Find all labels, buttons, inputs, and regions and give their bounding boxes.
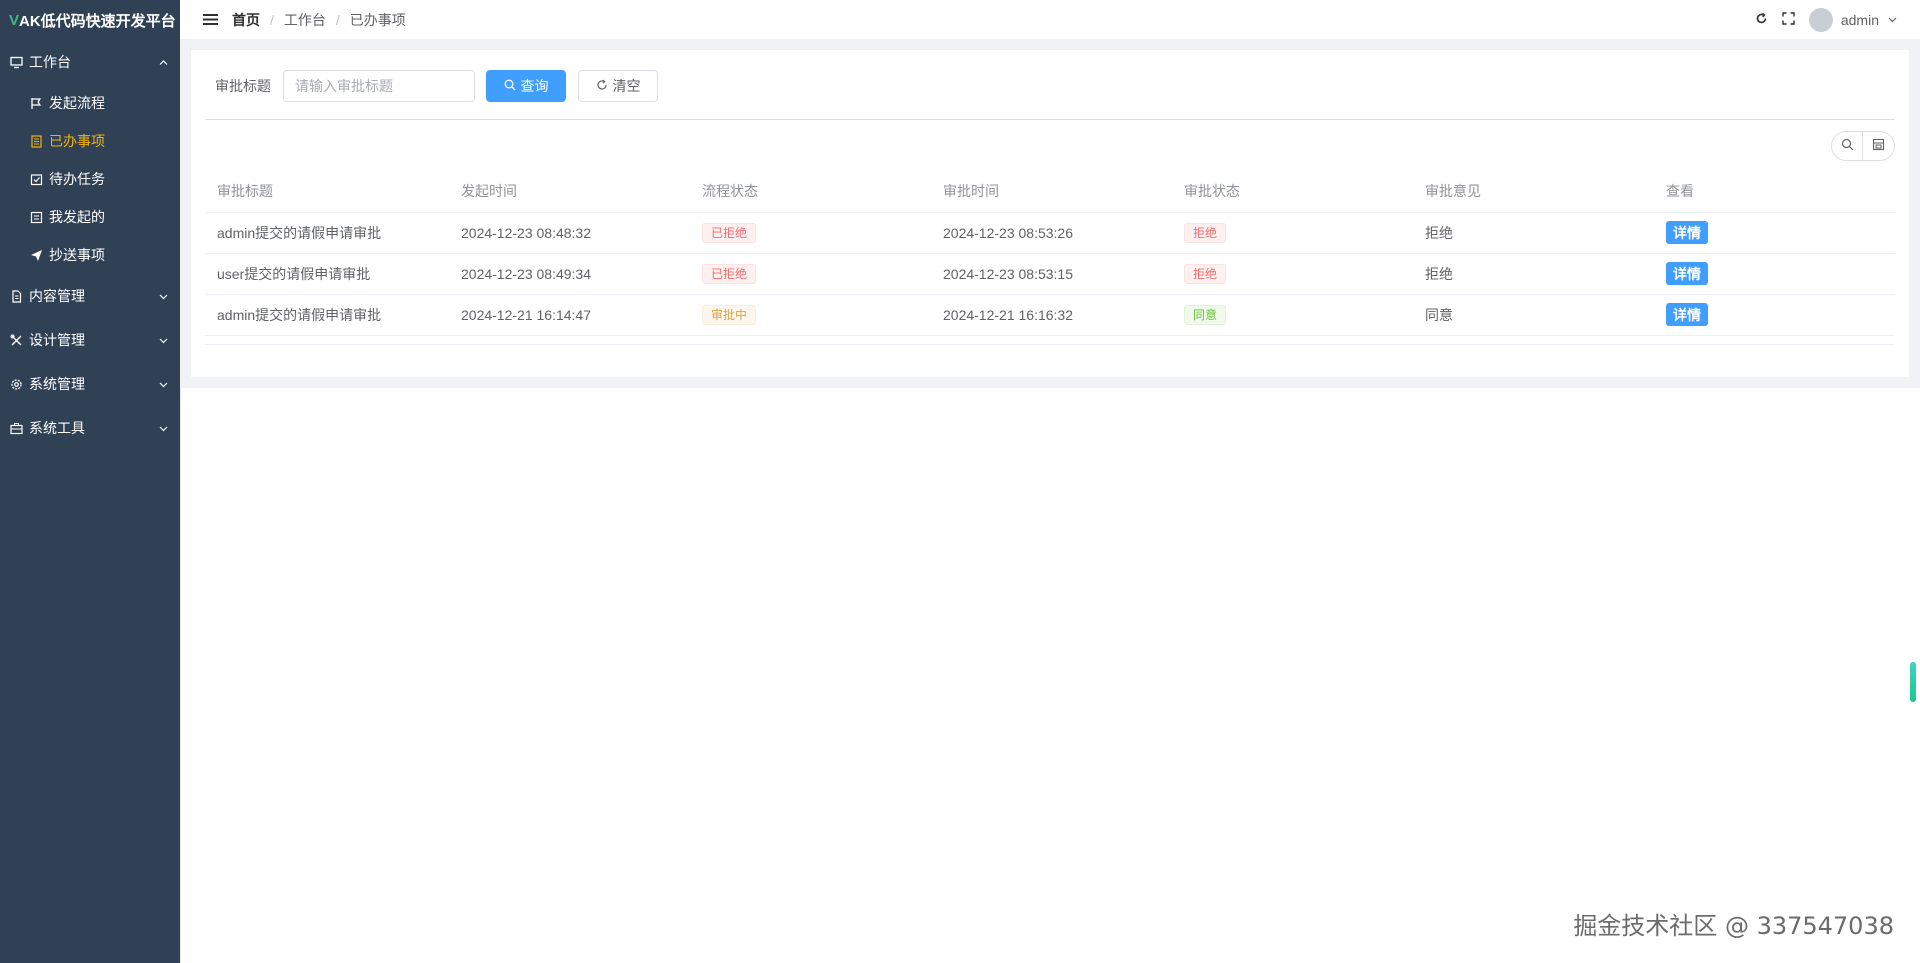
- top-navbar: 首页 / 工作台 / 已办事项 admin: [180, 0, 1920, 40]
- status-badge: 同意: [1184, 304, 1227, 325]
- column-header: 审批意见: [1413, 171, 1654, 213]
- table-row: user提交的请假申请审批 2024-12-23 08:49:34 已拒绝 20…: [205, 253, 1895, 295]
- chevron-down-icon: [156, 333, 170, 347]
- column-header: 查看: [1654, 171, 1895, 213]
- sidebar-item-label: 发起流程: [49, 95, 105, 111]
- chevron-down-icon: [156, 421, 170, 435]
- cell-title: admin提交的请假申请审批: [205, 294, 449, 336]
- list-icon: [30, 211, 43, 224]
- menu-group-label: 内容管理: [29, 288, 85, 304]
- sidebar-item-label: 待办任务: [49, 171, 105, 187]
- scroll-indicator[interactable]: [1910, 662, 1916, 702]
- toolbox-icon: [10, 422, 23, 435]
- column-header: 审批时间: [931, 171, 1172, 213]
- sidebar-item-todo-tasks[interactable]: 待办任务: [0, 160, 180, 198]
- menu-group-system[interactable]: 系统管理: [0, 362, 180, 406]
- export-button[interactable]: [1863, 131, 1895, 161]
- column-header: 审批标题: [205, 171, 449, 213]
- column-header: 流程状态: [690, 171, 931, 213]
- status-badge: 拒绝: [1184, 222, 1227, 243]
- search-icon: [1841, 138, 1854, 154]
- gear-icon: [10, 378, 23, 391]
- status-badge: 已拒绝: [702, 263, 757, 284]
- clear-button[interactable]: 清空: [578, 70, 658, 102]
- sidebar-item-my-started[interactable]: 我发起的: [0, 198, 180, 236]
- sidebar-item-label: 抄送事项: [49, 247, 105, 263]
- menu-group-workbench[interactable]: 工作台: [0, 40, 180, 84]
- status-badge: 拒绝: [1184, 263, 1227, 284]
- content-card: 审批标题 查询 清空 审批: [191, 50, 1909, 377]
- data-table: 审批标题 发起时间 流程状态 审批时间 审批状态 审批意见 查看 admin提交…: [205, 171, 1895, 336]
- monitor-icon: [10, 56, 23, 69]
- fullscreen-icon[interactable]: [1782, 11, 1795, 28]
- cell-approve-time: 2024-12-21 16:16:32: [931, 294, 1172, 336]
- watermark: 掘金技术社区 @ 337547038: [1573, 912, 1894, 940]
- table-toolbar: [1831, 131, 1895, 161]
- column-header: 审批状态: [1172, 171, 1413, 213]
- hamburger-icon[interactable]: [202, 12, 218, 28]
- sidebar-item-start-process[interactable]: 发起流程: [0, 84, 180, 122]
- status-badge: 审批中: [702, 304, 757, 325]
- chevron-down-icon: [1887, 12, 1898, 28]
- cell-opinion: 拒绝: [1413, 253, 1654, 295]
- menu-group-label: 系统管理: [29, 376, 85, 392]
- detail-button[interactable]: 详情: [1666, 262, 1708, 285]
- cell-approve-time: 2024-12-23 08:53:15: [931, 253, 1172, 295]
- cell-opinion: 拒绝: [1413, 212, 1654, 254]
- search-icon: [504, 78, 516, 94]
- breadcrumb-home[interactable]: 首页: [232, 10, 260, 30]
- avatar: [1808, 7, 1833, 32]
- query-button[interactable]: 查询: [486, 70, 566, 102]
- table-row: admin提交的请假申请审批 2024-12-21 16:14:47 审批中 2…: [205, 294, 1895, 336]
- cell-title: admin提交的请假申请审批: [205, 212, 449, 254]
- menu-group-tools[interactable]: 系统工具: [0, 406, 180, 450]
- file-icon: [10, 289, 23, 303]
- username: admin: [1840, 11, 1879, 28]
- status-badge: 已拒绝: [702, 222, 757, 243]
- document-icon: [30, 134, 43, 148]
- search-label: 审批标题: [215, 78, 271, 94]
- flag-icon: [30, 97, 43, 110]
- cell-approve-time: 2024-12-23 08:53:26: [931, 212, 1172, 254]
- toggle-search-button[interactable]: [1831, 131, 1863, 161]
- menu-group-content[interactable]: 内容管理: [0, 274, 180, 318]
- calendar-check-icon: [30, 173, 43, 186]
- menu-group-label: 设计管理: [29, 332, 85, 348]
- tools-icon: [10, 334, 23, 347]
- refresh-icon[interactable]: [1755, 12, 1768, 28]
- chevron-up-icon: [156, 55, 170, 69]
- sidebar-item-label: 已办事项: [49, 133, 105, 149]
- cell-start-time: 2024-12-21 16:14:47: [449, 294, 690, 336]
- breadcrumb-workbench[interactable]: 工作台: [284, 10, 326, 30]
- sidebar-item-done-items[interactable]: 已办事项: [0, 122, 180, 160]
- detail-button[interactable]: 详情: [1666, 303, 1708, 326]
- breadcrumb: 首页 / 工作台 / 已办事项: [232, 10, 406, 30]
- sidebar-item-label: 我发起的: [49, 209, 105, 225]
- cell-title: user提交的请假申请审批: [205, 253, 449, 295]
- send-icon: [30, 249, 43, 262]
- cell-opinion: 同意: [1413, 294, 1654, 336]
- app-logo[interactable]: V AK低代码快速开发平台: [0, 0, 180, 40]
- sidebar: V AK低代码快速开发平台 工作台 发起流程 已办事项 待办任务 我发起的 抄送…: [0, 0, 180, 963]
- divider: [205, 119, 1895, 120]
- chevron-down-icon: [156, 377, 170, 391]
- detail-button[interactable]: 详情: [1666, 221, 1708, 244]
- menu-group-label: 工作台: [29, 54, 71, 70]
- user-menu[interactable]: admin: [1808, 7, 1898, 32]
- chevron-down-icon: [156, 289, 170, 303]
- spreadsheet-icon: [1872, 138, 1885, 154]
- refresh-icon: [596, 78, 608, 94]
- sidebar-item-cc-items[interactable]: 抄送事项: [0, 236, 180, 274]
- divider: [180, 388, 181, 963]
- search-input[interactable]: [283, 70, 475, 102]
- table-footer-line: [205, 344, 1895, 345]
- menu-group-design[interactable]: 设计管理: [0, 318, 180, 362]
- column-header: 发起时间: [449, 171, 690, 213]
- breadcrumb-current: 已办事项: [349, 11, 406, 28]
- cell-start-time: 2024-12-23 08:49:34: [449, 253, 690, 295]
- menu-group-label: 系统工具: [29, 420, 85, 436]
- cell-start-time: 2024-12-23 08:48:32: [449, 212, 690, 254]
- search-form: 审批标题 查询 清空: [215, 70, 658, 102]
- table-row: admin提交的请假申请审批 2024-12-23 08:48:32 已拒绝 2…: [205, 212, 1895, 254]
